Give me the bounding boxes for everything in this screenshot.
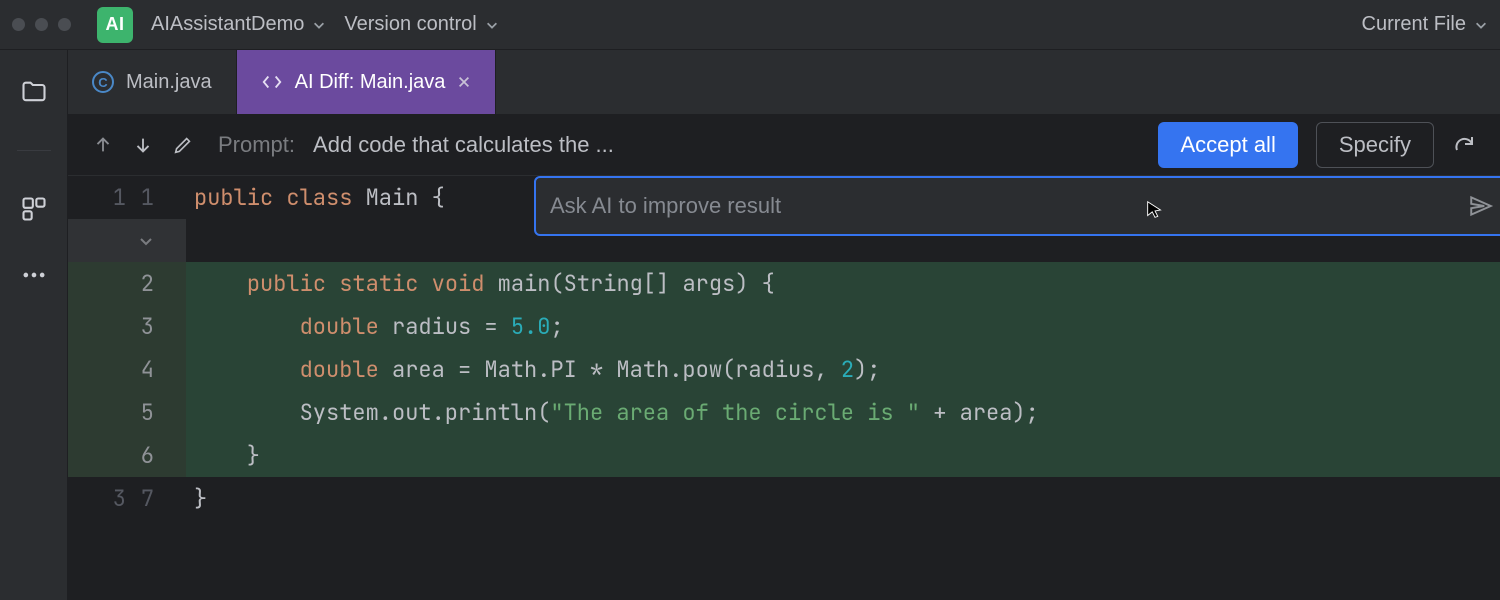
left-toolstrip (0, 50, 68, 600)
version-control-menu[interactable]: Version control (344, 13, 498, 36)
traffic-light-zoom[interactable] (58, 18, 71, 31)
prev-diff-icon[interactable] (92, 134, 114, 156)
ask-ai-input[interactable] (550, 193, 1458, 219)
code-line[interactable]: public static void main(String[] args) { (186, 262, 1500, 305)
chevron-down-icon (1474, 18, 1488, 32)
ask-ai-popup (534, 176, 1500, 236)
project-menu[interactable]: AIAssistantDemo (151, 13, 326, 36)
gutter: 11 2345637 (68, 176, 186, 600)
tab-main-java[interactable]: C Main.java (68, 50, 237, 114)
code-line[interactable]: double radius = 5.0; (186, 305, 1500, 348)
chevron-down-icon (485, 18, 499, 32)
class-icon: C (92, 71, 114, 93)
gutter-row: 3 (68, 305, 186, 348)
folder-icon[interactable] (20, 78, 48, 106)
editor-area: C Main.java AI Diff: Main.java Prompt: A… (68, 50, 1500, 600)
tab-label: AI Diff: Main.java (295, 71, 446, 94)
close-icon[interactable] (457, 75, 471, 89)
code[interactable]: public class Main { public static void m… (186, 176, 1500, 600)
gutter-row: 6 (68, 434, 186, 477)
code-line[interactable]: } (186, 434, 1500, 477)
execution-target-label: Current File (1362, 13, 1466, 36)
gutter-row: 4 (68, 348, 186, 391)
prompt-label: Prompt: (218, 132, 295, 158)
refresh-icon[interactable] (1452, 133, 1476, 157)
more-icon[interactable] (20, 261, 48, 289)
menubar: AI AIAssistantDemo Version control Curre… (0, 0, 1500, 50)
window-controls (12, 18, 71, 31)
accept-all-button[interactable]: Accept all (1158, 122, 1297, 168)
gutter-row (68, 219, 186, 262)
edit-icon[interactable] (172, 134, 194, 156)
editor-tabs: C Main.java AI Diff: Main.java (68, 50, 1500, 114)
diff-icon (261, 71, 283, 93)
separator (17, 150, 51, 151)
version-control-label: Version control (344, 13, 476, 36)
fold-arrow-icon[interactable] (138, 233, 154, 249)
specify-button[interactable]: Specify (1316, 122, 1434, 168)
tab-ai-diff[interactable]: AI Diff: Main.java (237, 50, 497, 114)
code-line[interactable]: System.out.println("The area of the circ… (186, 391, 1500, 434)
project-name: AIAssistantDemo (151, 13, 304, 36)
diff-editor[interactable]: 11 2345637 public class Main { public sta… (68, 176, 1500, 600)
tab-label: Main.java (126, 71, 212, 94)
gutter-row: 5 (68, 391, 186, 434)
gutter-row: 37 (68, 477, 186, 520)
prompt-text: Add code that calculates the ... (313, 132, 614, 158)
diff-toolbar: Prompt: Add code that calculates the ...… (68, 114, 1500, 176)
send-icon[interactable] (1468, 193, 1494, 219)
execution-target-menu[interactable]: Current File (1362, 13, 1488, 36)
code-line[interactable]: } (186, 477, 1500, 520)
gutter-row: 2 (68, 262, 186, 305)
chevron-down-icon (312, 18, 326, 32)
traffic-light-close[interactable] (12, 18, 25, 31)
gutter-row: 11 (68, 176, 186, 219)
ai-badge-icon: AI (97, 7, 133, 43)
code-line[interactable]: double area = Math.PI * Math.pow(radius,… (186, 348, 1500, 391)
traffic-light-minimize[interactable] (35, 18, 48, 31)
structure-icon[interactable] (20, 195, 48, 223)
next-diff-icon[interactable] (132, 134, 154, 156)
